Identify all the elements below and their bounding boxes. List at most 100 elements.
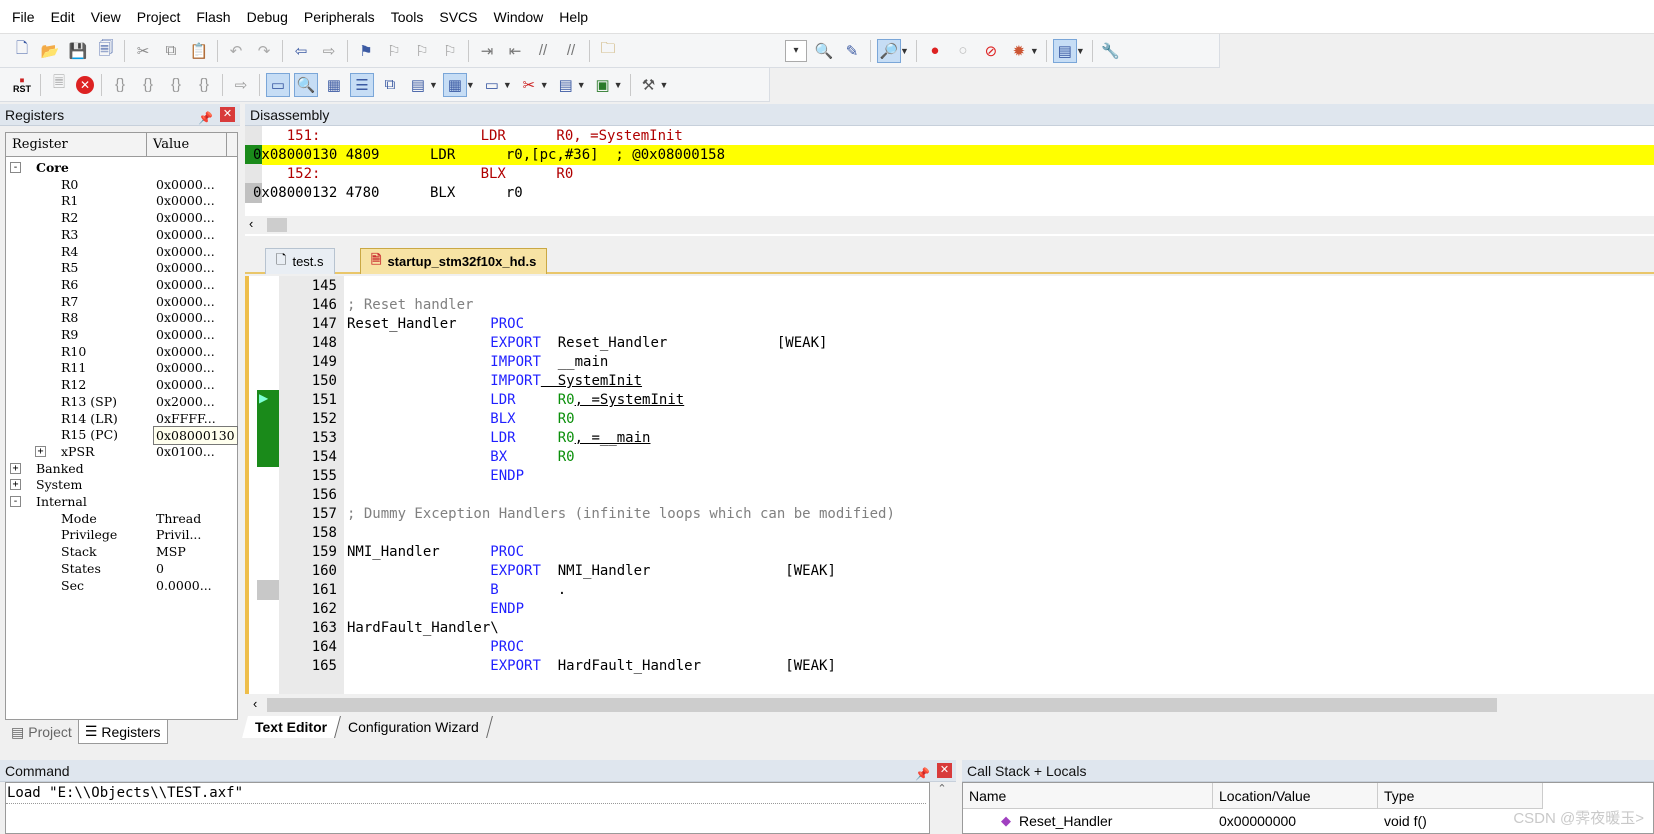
column-type[interactable]: Type	[1378, 783, 1543, 809]
scroll-thumb[interactable]	[267, 698, 1497, 712]
internal-stack[interactable]: Stack MSP	[6, 543, 237, 560]
code-line[interactable]: ENDP	[347, 599, 524, 619]
register-r0[interactable]: R0 0x0000...	[6, 176, 237, 193]
dropdown-arrow-icon[interactable]: ▼	[1030, 46, 1039, 56]
register-r6[interactable]: R6 0x0000...	[6, 276, 237, 293]
disassembly-window-icon[interactable]: 🔍	[294, 72, 318, 97]
serial-window-icon[interactable]: ▭	[481, 74, 503, 96]
internal-mode[interactable]: Mode Thread	[6, 510, 237, 527]
menu-peripherals[interactable]: Peripherals	[296, 0, 383, 34]
code-line[interactable]: IMPORT SystemInit	[347, 371, 642, 391]
menu-flash[interactable]: Flash	[188, 0, 238, 34]
pin-icon[interactable]: 📌	[198, 107, 213, 129]
file-tab-test[interactable]: 🗋 test.s	[265, 248, 335, 274]
cut-icon[interactable]: ✂	[132, 40, 154, 62]
code-line[interactable]: ; Reset handler	[347, 295, 473, 315]
window-layout-icon[interactable]: ▤	[1052, 38, 1077, 63]
group-internal[interactable]: - Internal	[6, 493, 237, 510]
internal-states[interactable]: States 0	[6, 560, 237, 577]
file-tab-startup[interactable]: 🗎 startup_stm32f10x_hd.s	[360, 248, 548, 274]
code-line[interactable]: B .	[347, 580, 566, 600]
collapse-icon[interactable]: -	[10, 162, 21, 173]
scroll-left-icon[interactable]: ‹	[253, 696, 257, 711]
close-icon[interactable]: ✕	[220, 107, 235, 122]
toolbox-icon[interactable]: ⚒	[638, 74, 660, 96]
disable-breakpoint-icon[interactable]: ○	[952, 40, 974, 62]
code-editor[interactable]: 145 146 ; Reset handler 147 Reset_Handler PR…	[245, 276, 1654, 694]
disassembly-line[interactable]: 0x08000132 4780 BLX r0	[245, 183, 1654, 203]
group-core[interactable]: - Core	[6, 159, 237, 176]
disassembly-line[interactable]: 151: LDR R0, =SystemInit	[245, 126, 1654, 146]
register-r9[interactable]: R9 0x0000...	[6, 326, 237, 343]
save-icon[interactable]: 💾	[67, 40, 89, 62]
code-line[interactable]: HardFault_Handler\	[347, 618, 499, 638]
symbols-window-icon[interactable]: ▦	[323, 74, 345, 96]
collapse-icon[interactable]: -	[10, 496, 21, 507]
group-system[interactable]: + System	[6, 476, 237, 493]
code-line[interactable]: BX R0	[347, 447, 574, 467]
comment-icon[interactable]: //	[532, 40, 554, 62]
menu-project[interactable]: Project	[129, 0, 189, 34]
editor-hscrollbar[interactable]: ‹	[245, 696, 1654, 714]
close-icon[interactable]: ✕	[937, 763, 952, 778]
stop-icon[interactable]: ✕	[76, 75, 94, 94]
code-line[interactable]: IMPORT __main	[347, 352, 608, 372]
copy-icon[interactable]: ⧉	[160, 40, 182, 62]
watch-window-icon[interactable]: ▤	[407, 74, 429, 96]
nav-back-icon[interactable]: ⇦	[290, 40, 312, 62]
system-viewer-icon[interactable]: ▣	[592, 74, 614, 96]
scroll-left-icon[interactable]: ‹	[249, 216, 253, 231]
undo-icon[interactable]: ↶	[225, 40, 247, 62]
register-r13[interactable]: R13 (SP) 0x2000...	[6, 393, 237, 410]
dropdown-arrow-icon[interactable]: ▼	[900, 46, 909, 56]
dropdown-arrow-icon[interactable]: ▼	[1076, 46, 1085, 56]
bookmark-prev-icon[interactable]: ⚐	[383, 40, 405, 62]
unindent-icon[interactable]: ⇤	[504, 40, 526, 62]
code-line[interactable]: BLX R0	[347, 409, 574, 429]
find-combo-dropdown-icon[interactable]: ▾	[785, 39, 807, 62]
dropdown-arrow-icon[interactable]: ▼	[660, 80, 669, 90]
incremental-find-icon[interactable]: ✎	[841, 40, 863, 62]
registers-tree[interactable]: Register Value - Core R0 0x0000... R1 0x0000.…	[5, 132, 238, 720]
trace-window-icon[interactable]: ▤	[555, 74, 577, 96]
code-line[interactable]: EXPORT Reset_Handler [WEAK]	[347, 333, 827, 353]
code-line[interactable]: LDR R0, =SystemInit	[347, 390, 684, 410]
register-r15[interactable]: R15 (PC) 0x08000130	[6, 426, 238, 446]
bookmark-icon[interactable]: ⚑	[355, 40, 377, 62]
find-in-files-icon[interactable]: 🗀	[597, 40, 619, 62]
register-r12[interactable]: R12 0x0000...	[6, 376, 237, 393]
command-scrollbar[interactable]: ⌃	[932, 782, 952, 834]
scroll-thumb[interactable]	[267, 218, 287, 232]
register-r2[interactable]: R2 0x0000...	[6, 209, 237, 226]
dropdown-arrow-icon[interactable]: ▼	[466, 80, 475, 90]
expand-icon[interactable]: +	[10, 479, 21, 491]
show-next-statement-icon[interactable]: ⇨	[230, 74, 252, 96]
expand-icon[interactable]: +	[10, 462, 21, 474]
breakpoint-icon[interactable]: ●	[924, 40, 946, 62]
internal-sec[interactable]: Sec 0.0000...	[6, 577, 237, 594]
register-r3[interactable]: R3 0x0000...	[6, 226, 237, 243]
tab-text-editor[interactable]: Text Editor	[242, 716, 342, 738]
new-file-icon[interactable]: 🗋	[11, 40, 33, 62]
code-line[interactable]: Reset_Handler PROC	[347, 314, 524, 334]
register-r5[interactable]: R5 0x0000...	[6, 259, 237, 276]
nav-forward-icon[interactable]: ⇨	[318, 40, 340, 62]
open-file-icon[interactable]: 📂	[39, 40, 61, 62]
register-r8[interactable]: R8 0x0000...	[6, 309, 237, 326]
column-value[interactable]: Value	[147, 133, 227, 156]
tab-project[interactable]: ▤ Project	[5, 720, 78, 744]
uncomment-icon[interactable]: //	[560, 40, 582, 62]
save-all-icon[interactable]: 🗐	[95, 40, 117, 62]
call-stack-window-icon[interactable]: ⧉	[379, 74, 401, 96]
menu-file[interactable]: File	[4, 0, 43, 34]
run-to-cursor-icon[interactable]: {}	[193, 74, 215, 96]
code-line[interactable]: EXPORT NMI_Handler [WEAK]	[347, 561, 836, 581]
menu-edit[interactable]: Edit	[43, 0, 83, 34]
code-line[interactable]: LDR R0, =__main	[347, 428, 650, 448]
column-location[interactable]: Location/Value	[1213, 783, 1378, 809]
run-icon[interactable]: 🗏	[48, 74, 70, 96]
register-r7[interactable]: R7 0x0000...	[6, 293, 237, 310]
menu-tools[interactable]: Tools	[383, 0, 432, 34]
step-over-icon[interactable]: {}	[137, 74, 159, 96]
tab-configuration-wizard[interactable]: Configuration Wizard	[335, 716, 493, 738]
